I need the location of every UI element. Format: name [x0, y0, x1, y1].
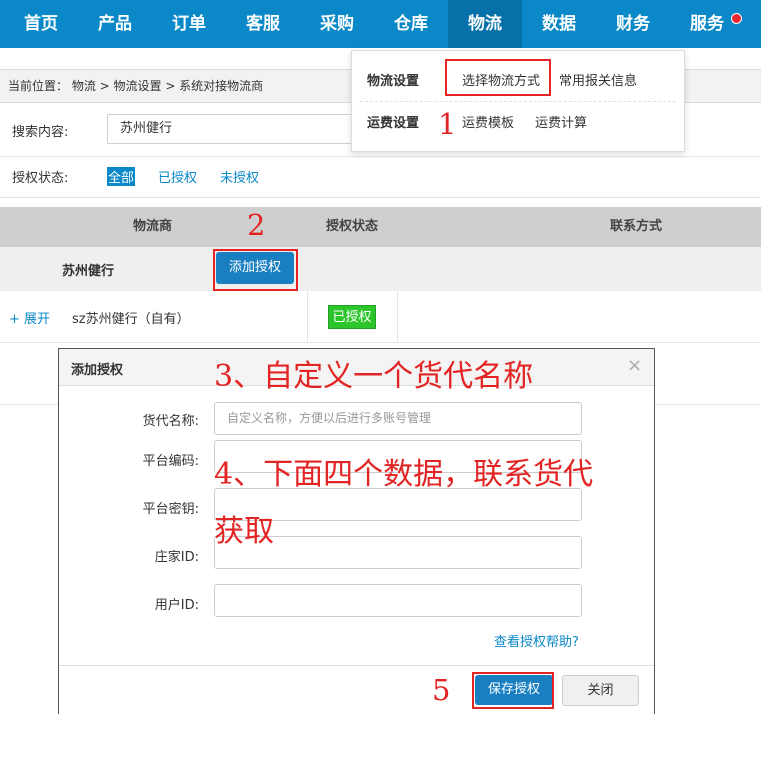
- carrier-group-row: 苏州健行 添加授权: [0, 247, 761, 291]
- nav-item-home[interactable]: 首页: [4, 0, 78, 48]
- close-dialog-button[interactable]: 关闭: [562, 675, 639, 706]
- nav-item-finance[interactable]: 财务: [596, 0, 670, 48]
- column-divider: [307, 292, 308, 342]
- add-authorization-button[interactable]: 添加授权: [216, 252, 294, 284]
- dialog-footer: 保存授权 关闭: [59, 665, 654, 714]
- annotation-step-4-line-2: 获取: [214, 514, 274, 549]
- carrier-group-name: 苏州健行: [62, 264, 115, 279]
- notification-dot-icon: [731, 13, 742, 24]
- search-input[interactable]: 苏州健行: [107, 114, 367, 144]
- nav-item-services[interactable]: 服务: [670, 0, 744, 48]
- status-badge: 已授权: [328, 305, 376, 329]
- dialog-title: 添加授权: [71, 363, 124, 378]
- nav-item-products[interactable]: 产品: [78, 0, 152, 48]
- table-header: 物流商 授权状态 联系方式: [0, 207, 761, 247]
- nav-item-warehouse[interactable]: 仓库: [374, 0, 448, 48]
- search-label: 搜索内容:: [12, 125, 69, 140]
- add-authorization-dialog: 添加授权 × 货代名称: 自定义名称，方便以后进行多账号管理 平台编码: 平台密…: [58, 348, 655, 714]
- nav-item-customer-service[interactable]: 客服: [226, 0, 300, 48]
- carrier-account-name: sz苏州健行（自有）: [72, 312, 190, 327]
- user-id-label: 用户ID:: [154, 598, 199, 613]
- column-header-auth-status: 授权状态: [326, 219, 379, 234]
- platform-secret-label: 平台密钥:: [142, 502, 199, 517]
- nav-item-orders[interactable]: 订单: [152, 0, 226, 48]
- filter-all[interactable]: 全部: [107, 167, 136, 186]
- nav-item-logistics[interactable]: 物流: [448, 0, 522, 48]
- view-auth-help-link[interactable]: 查看授权帮助?: [494, 631, 579, 650]
- save-authorization-button[interactable]: 保存授权: [475, 675, 553, 705]
- menu-item-customs-info[interactable]: 常用报关信息: [559, 70, 637, 89]
- column-header-contact: 联系方式: [610, 219, 663, 234]
- annotation-step-2: 2: [247, 208, 266, 242]
- annotation-step-4-line-1: 4、下面四个数据，联系货代: [214, 457, 594, 492]
- column-divider: [397, 292, 398, 342]
- filter-unauthorized[interactable]: 未授权: [219, 167, 260, 186]
- nav-item-data[interactable]: 数据: [522, 0, 596, 48]
- annotation-step-5: 5: [432, 673, 451, 707]
- column-header-carrier: 物流商: [133, 219, 173, 234]
- nav-item-purchasing[interactable]: 采购: [300, 0, 374, 48]
- breadcrumb-text: 当前位置： 物流 > 物流设置 > 系统对接物流商: [8, 79, 264, 93]
- expand-link[interactable]: + 展开: [9, 308, 50, 327]
- annotation-step-1: 1: [438, 107, 457, 141]
- platform-code-label: 平台编码:: [142, 454, 199, 469]
- table-row: + 展开 sz苏州健行（自有） 已授权: [0, 292, 761, 343]
- menu-item-freight-template[interactable]: 运费模板: [462, 112, 514, 131]
- dropdown-section-freight-settings: 运费设置: [367, 116, 420, 131]
- menu-item-select-shipping-method[interactable]: 选择物流方式: [462, 70, 540, 89]
- user-id-input[interactable]: [214, 584, 582, 617]
- dealer-id-label: 庄家ID:: [154, 550, 199, 565]
- top-nav: 首页 产品 订单 客服 采购 仓库 物流 数据 财务 服务: [0, 0, 761, 48]
- annotation-step-3: 3、自定义一个货代名称: [214, 359, 534, 394]
- close-icon[interactable]: ×: [627, 355, 642, 376]
- dropdown-section-logistics-settings: 物流设置: [367, 74, 420, 89]
- status-filter-row: 授权状态: 全部 已授权 未授权: [0, 157, 761, 198]
- menu-item-freight-calculator[interactable]: 运费计算: [535, 112, 587, 131]
- forwarder-name-input[interactable]: 自定义名称，方便以后进行多账号管理: [214, 402, 582, 435]
- logistics-dropdown-menu: 物流设置 选择物流方式 常用报关信息 运费设置 运费模板 运费计算: [351, 50, 685, 152]
- forwarder-name-label: 货代名称:: [142, 414, 199, 429]
- status-filter-label: 授权状态:: [12, 171, 69, 186]
- dropdown-divider: [360, 101, 676, 102]
- filter-authorized[interactable]: 已授权: [157, 167, 198, 186]
